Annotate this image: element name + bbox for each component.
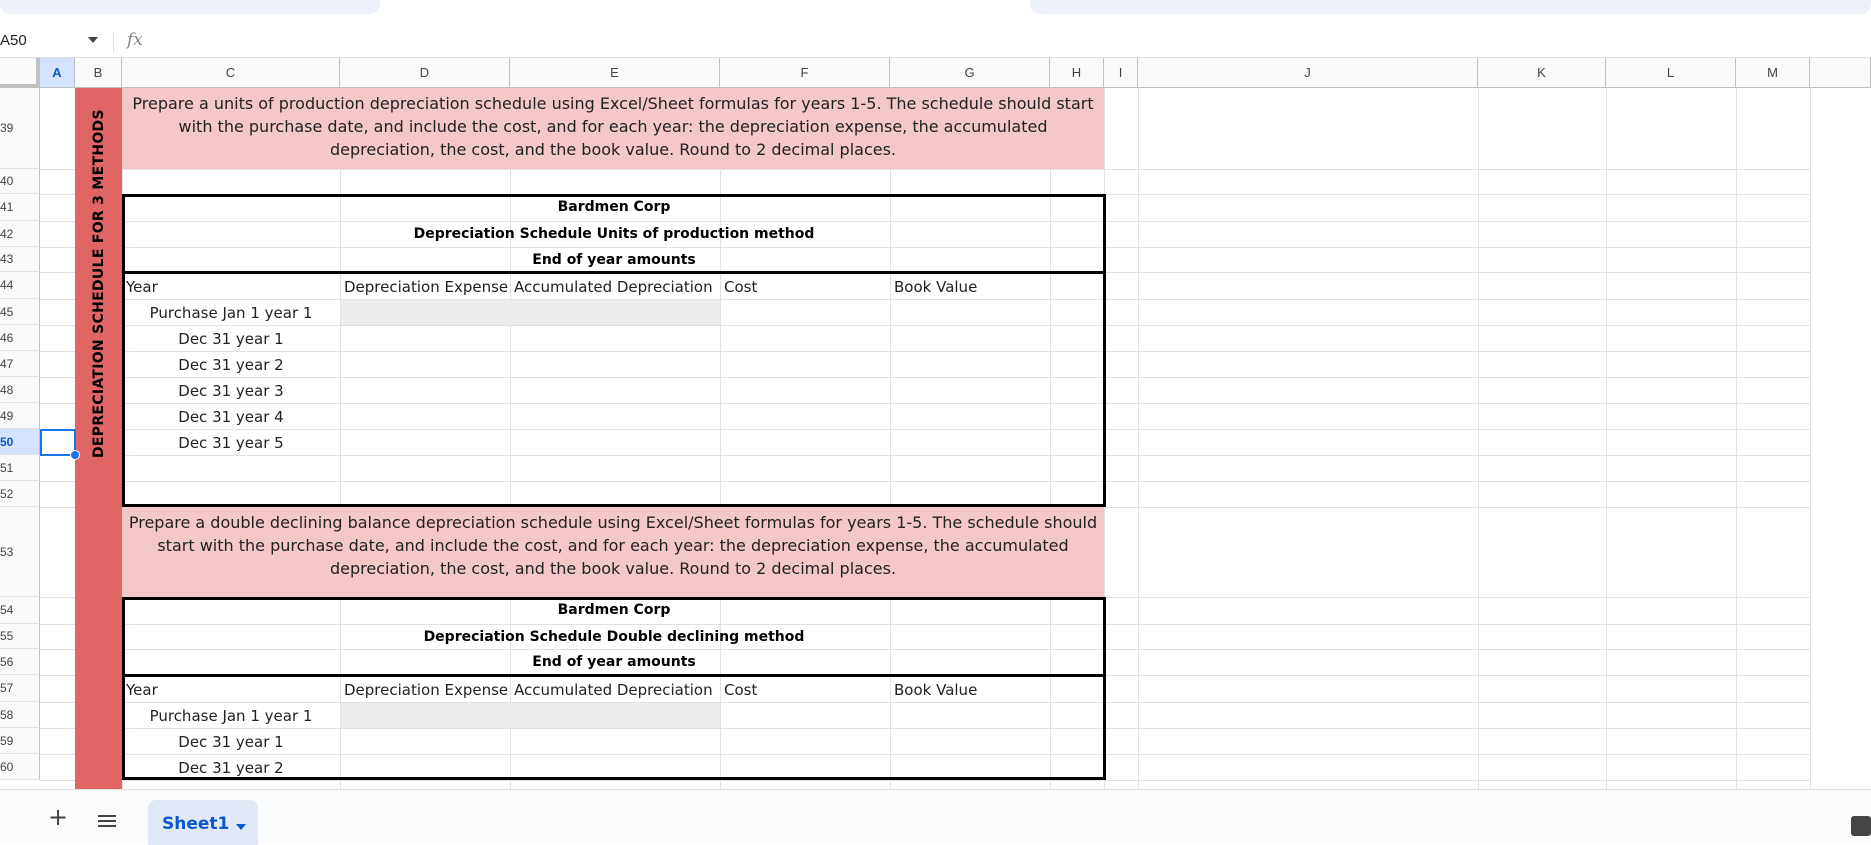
row-header-45[interactable]: 45 [0, 299, 40, 325]
row-header-54[interactable]: 54 [0, 597, 40, 624]
row-header-50[interactable]: 50 [0, 429, 40, 455]
row-header-49[interactable]: 49 [0, 403, 40, 429]
all-sheets-menu-icon[interactable] [98, 815, 116, 827]
grid-row-line [40, 780, 1810, 781]
year-label: Purchase Jan 1 year 1 [149, 304, 313, 322]
column-header-c[interactable]: C [122, 58, 340, 88]
sheet-bar: + Sheet1 [0, 789, 1871, 845]
toolbar-remnant-left [0, 0, 380, 14]
column-header-f[interactable]: F [720, 58, 890, 88]
schedule-company: Bardmen Corp [557, 199, 671, 215]
row-header-39[interactable]: 39 [0, 88, 40, 169]
column-header-k[interactable]: K [1478, 58, 1606, 88]
column-header-h[interactable]: H [1050, 58, 1104, 88]
column-label: Cost [724, 681, 758, 699]
year-label: Dec 31 year 3 [178, 382, 284, 400]
vertical-title: DEPRECIATION SCHEDULE FOR 3 METHODS [90, 109, 107, 458]
row-header-57[interactable]: 57 [0, 675, 40, 702]
column-label: Cost [724, 278, 758, 296]
column-label: Book Value [894, 278, 978, 296]
top-toolbar-strip [0, 0, 1871, 22]
row-header-46[interactable]: 46 [0, 325, 40, 351]
schedule-title: Depreciation Schedule Units of productio… [413, 226, 815, 242]
column-header-j[interactable]: J [1138, 58, 1478, 88]
row-header-52[interactable]: 52 [0, 481, 40, 507]
header-divider [122, 271, 1106, 274]
row-header-53[interactable]: 53 [0, 507, 40, 597]
year-label: Dec 31 year 1 [178, 330, 284, 348]
selection-fill-handle[interactable] [70, 450, 80, 460]
row-header-55[interactable]: 55 [0, 624, 40, 649]
add-sheet-button[interactable]: + [48, 803, 68, 831]
year-label: Dec 31 year 5 [178, 434, 284, 452]
row-header-40[interactable]: 40 [0, 169, 40, 194]
column-header-m[interactable]: M [1736, 58, 1810, 88]
column-label: Accumulated Depreciation [514, 681, 713, 699]
row-header-59[interactable]: 59 [0, 728, 40, 754]
sheet-tab-dropdown-icon[interactable] [236, 824, 246, 830]
column-label: Depreciation Expense [344, 681, 509, 699]
row-header-56[interactable]: 56 [0, 649, 40, 675]
schedule-subtitle: End of year amounts [532, 252, 696, 268]
schedule-subtitle: End of year amounts [532, 654, 696, 670]
schedule-title: Depreciation Schedule Double declining m… [423, 629, 805, 645]
column-label: Year [126, 681, 158, 699]
year-label: Dec 31 year 4 [178, 408, 284, 426]
column-label: Depreciation Expense [344, 278, 509, 296]
schedule-company: Bardmen Corp [557, 602, 671, 618]
grid-column-line [1810, 88, 1811, 789]
spreadsheet-grid[interactable]: A B C D E F G H I J K L M 39 40 41 42 43 44 45 46 47 48 49 50 51 5… [0, 58, 1871, 789]
header-divider [122, 674, 1106, 677]
row-header-41[interactable]: 41 [0, 194, 40, 221]
grid-row-line [40, 169, 1810, 170]
column-header-e[interactable]: E [510, 58, 720, 88]
select-all-corner[interactable] [0, 58, 40, 88]
toolbar-remnant-right [1030, 0, 1871, 14]
column-label: Book Value [894, 681, 978, 699]
column-header-b[interactable]: B [75, 58, 122, 88]
column-label: Year [126, 278, 158, 296]
row-header-58[interactable]: 58 [0, 702, 40, 728]
row-header-44[interactable]: 44 [0, 272, 40, 299]
row-header-51[interactable]: 51 [0, 455, 40, 481]
column-header-g[interactable]: G [890, 58, 1050, 88]
column-header-l[interactable]: L [1606, 58, 1736, 88]
instruction-text-ddb: Prepare a double declining balance depre… [128, 513, 1098, 578]
formula-separator [113, 32, 114, 52]
row-header-60[interactable]: 60 [0, 754, 40, 780]
sheet-tab-label: Sheet1 [162, 814, 230, 834]
sheet-tab[interactable]: Sheet1 [148, 800, 258, 845]
row-header-42[interactable]: 42 [0, 221, 40, 247]
fx-icon: fx [127, 30, 143, 50]
formula-bar: A50 fx [0, 22, 1871, 58]
row-header-47[interactable]: 47 [0, 351, 40, 377]
year-label: Dec 31 year 1 [178, 733, 284, 751]
column-label: Accumulated Depreciation [514, 278, 713, 296]
year-label: Dec 31 year 2 [178, 759, 284, 777]
instruction-text-units: Prepare a units of production depreciati… [132, 94, 1094, 159]
column-header-d[interactable]: D [340, 58, 510, 88]
column-header-i[interactable]: I [1104, 58, 1138, 88]
row-header-48[interactable]: 48 [0, 377, 40, 403]
year-label: Dec 31 year 2 [178, 356, 284, 374]
column-header-a[interactable]: A [40, 58, 75, 88]
year-label: Purchase Jan 1 year 1 [149, 707, 313, 725]
column-header-filler [1810, 58, 1871, 88]
explore-icon[interactable] [1851, 816, 1871, 836]
row-header-43[interactable]: 43 [0, 247, 40, 272]
name-box-dropdown-icon[interactable] [88, 37, 98, 43]
